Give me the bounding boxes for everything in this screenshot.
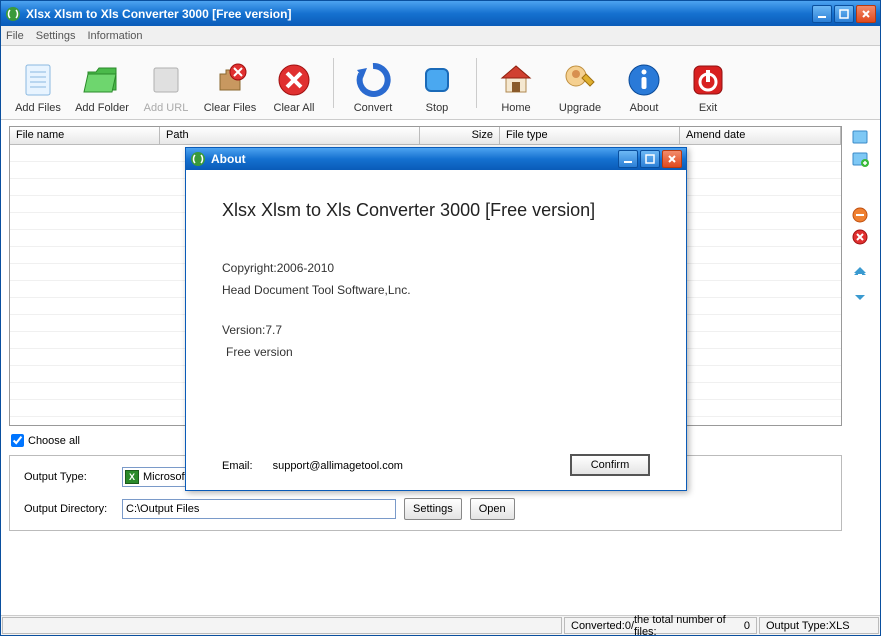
about-dialog: About Xlsx Xlsm to Xls Converter 3000 [F… bbox=[185, 147, 687, 491]
dialog-close-button[interactable] bbox=[662, 150, 682, 168]
exit-label: Exit bbox=[699, 102, 717, 114]
clear-files-label: Clear Files bbox=[204, 102, 257, 114]
about-copyright: Copyright:2006-2010 bbox=[222, 257, 650, 279]
home-button[interactable]: Home bbox=[487, 50, 545, 116]
side-add-file-icon[interactable] bbox=[851, 128, 869, 146]
total-label: the total number of files: bbox=[634, 614, 744, 638]
minimize-button[interactable] bbox=[812, 5, 832, 23]
output-dir-label: Output Directory: bbox=[24, 503, 114, 515]
home-icon bbox=[496, 60, 536, 100]
about-company: Head Document Tool Software,Lnc. bbox=[222, 279, 650, 301]
url-icon bbox=[146, 60, 186, 100]
dialog-body: Xlsx Xlsm to Xls Converter 3000 [Free ve… bbox=[186, 170, 686, 490]
clear-all-icon bbox=[274, 60, 314, 100]
add-url-button[interactable]: Add URL bbox=[137, 50, 195, 116]
choose-all-checkbox[interactable] bbox=[11, 434, 24, 447]
status-stats: Converted: 0 / the total number of files… bbox=[564, 617, 757, 634]
dialog-window-buttons bbox=[618, 150, 682, 168]
about-edition: Free version bbox=[222, 341, 650, 363]
output-dir-row: Output Directory: Settings Open bbox=[24, 498, 827, 520]
side-add-folder-icon[interactable] bbox=[851, 150, 869, 168]
xls-format-icon: X bbox=[125, 470, 139, 484]
output-type-label: Output Type: bbox=[24, 471, 114, 483]
menu-file[interactable]: File bbox=[6, 30, 24, 42]
output-dir-open-button[interactable]: Open bbox=[470, 498, 515, 520]
exit-icon bbox=[688, 60, 728, 100]
folder-icon bbox=[82, 60, 122, 100]
stop-icon bbox=[417, 60, 457, 100]
toolbar-separator bbox=[333, 58, 334, 108]
add-folder-button[interactable]: Add Folder bbox=[73, 50, 131, 116]
statusbar: Converted: 0 / the total number of files… bbox=[1, 615, 880, 635]
dialog-minimize-button[interactable] bbox=[618, 150, 638, 168]
titlebar: Xlsx Xlsm to Xls Converter 3000 [Free ve… bbox=[1, 1, 880, 26]
dialog-app-icon bbox=[190, 151, 206, 167]
clear-all-button[interactable]: Clear All bbox=[265, 50, 323, 116]
email-label: Email: bbox=[222, 460, 253, 472]
table-header: File name Path Size File type Amend date bbox=[10, 127, 841, 145]
col-amend-date[interactable]: Amend date bbox=[680, 127, 841, 144]
app-icon bbox=[5, 6, 21, 22]
dialog-titlebar: About bbox=[186, 148, 686, 170]
about-title: Xlsx Xlsm to Xls Converter 3000 [Free ve… bbox=[222, 200, 650, 221]
choose-all-text: Choose all bbox=[28, 435, 80, 447]
output-dir-input[interactable] bbox=[122, 499, 396, 519]
add-folder-label: Add Folder bbox=[75, 102, 129, 114]
stop-label: Stop bbox=[426, 102, 449, 114]
about-button[interactable]: About bbox=[615, 50, 673, 116]
close-button[interactable] bbox=[856, 5, 876, 23]
dialog-title: About bbox=[211, 152, 618, 166]
confirm-label: Confirm bbox=[591, 459, 630, 471]
clear-files-button[interactable]: Clear Files bbox=[201, 50, 259, 116]
add-url-label: Add URL bbox=[144, 102, 189, 114]
stop-button[interactable]: Stop bbox=[408, 50, 466, 116]
output-type-label: Output Type: bbox=[766, 620, 829, 632]
clear-all-label: Clear All bbox=[274, 102, 315, 114]
toolbar-separator bbox=[476, 58, 477, 108]
about-email: Email: support@allimagetool.com bbox=[222, 458, 403, 472]
add-files-button[interactable]: Add Files bbox=[9, 50, 67, 116]
output-type-value: XLS bbox=[829, 620, 850, 632]
convert-label: Convert bbox=[354, 102, 393, 114]
col-path[interactable]: Path bbox=[160, 127, 420, 144]
side-buttons bbox=[848, 126, 872, 611]
about-label: About bbox=[630, 102, 659, 114]
about-icon bbox=[624, 60, 664, 100]
side-remove-icon[interactable] bbox=[851, 206, 869, 224]
toolbar: Add Files Add Folder Add URL Clear Files… bbox=[1, 46, 880, 120]
col-size[interactable]: Size bbox=[420, 127, 500, 144]
upgrade-icon bbox=[560, 60, 600, 100]
menu-information[interactable]: Information bbox=[87, 30, 142, 42]
convert-button[interactable]: Convert bbox=[344, 50, 402, 116]
convert-icon bbox=[353, 60, 393, 100]
col-file-type[interactable]: File type bbox=[500, 127, 680, 144]
email-value: support@allimagetool.com bbox=[273, 460, 403, 472]
side-remove-all-icon[interactable] bbox=[851, 228, 869, 246]
dialog-bottom-row: Email: support@allimagetool.com Confirm bbox=[222, 454, 650, 476]
upgrade-button[interactable]: Upgrade bbox=[551, 50, 609, 116]
side-move-up-icon[interactable] bbox=[851, 264, 869, 282]
file-icon bbox=[18, 60, 58, 100]
confirm-button[interactable]: Confirm bbox=[570, 454, 650, 476]
home-label: Home bbox=[501, 102, 530, 114]
maximize-button[interactable] bbox=[834, 5, 854, 23]
output-dir-settings-button[interactable]: Settings bbox=[404, 498, 462, 520]
window-title: Xlsx Xlsm to Xls Converter 3000 [Free ve… bbox=[26, 7, 812, 21]
status-progress bbox=[2, 617, 562, 634]
converted-label: Converted: bbox=[571, 620, 625, 632]
add-files-label: Add Files bbox=[15, 102, 61, 114]
about-version: Version:7.7 bbox=[222, 319, 650, 341]
col-file-name[interactable]: File name bbox=[10, 127, 160, 144]
side-move-down-icon[interactable] bbox=[851, 286, 869, 304]
clear-files-icon bbox=[210, 60, 250, 100]
upgrade-label: Upgrade bbox=[559, 102, 601, 114]
exit-button[interactable]: Exit bbox=[679, 50, 737, 116]
menu-settings[interactable]: Settings bbox=[36, 30, 76, 42]
window-buttons bbox=[812, 5, 876, 23]
menubar: File Settings Information bbox=[1, 26, 880, 46]
total-value: 0 bbox=[744, 620, 750, 632]
dialog-maximize-button[interactable] bbox=[640, 150, 660, 168]
status-output-type: Output Type: XLS bbox=[759, 617, 879, 634]
